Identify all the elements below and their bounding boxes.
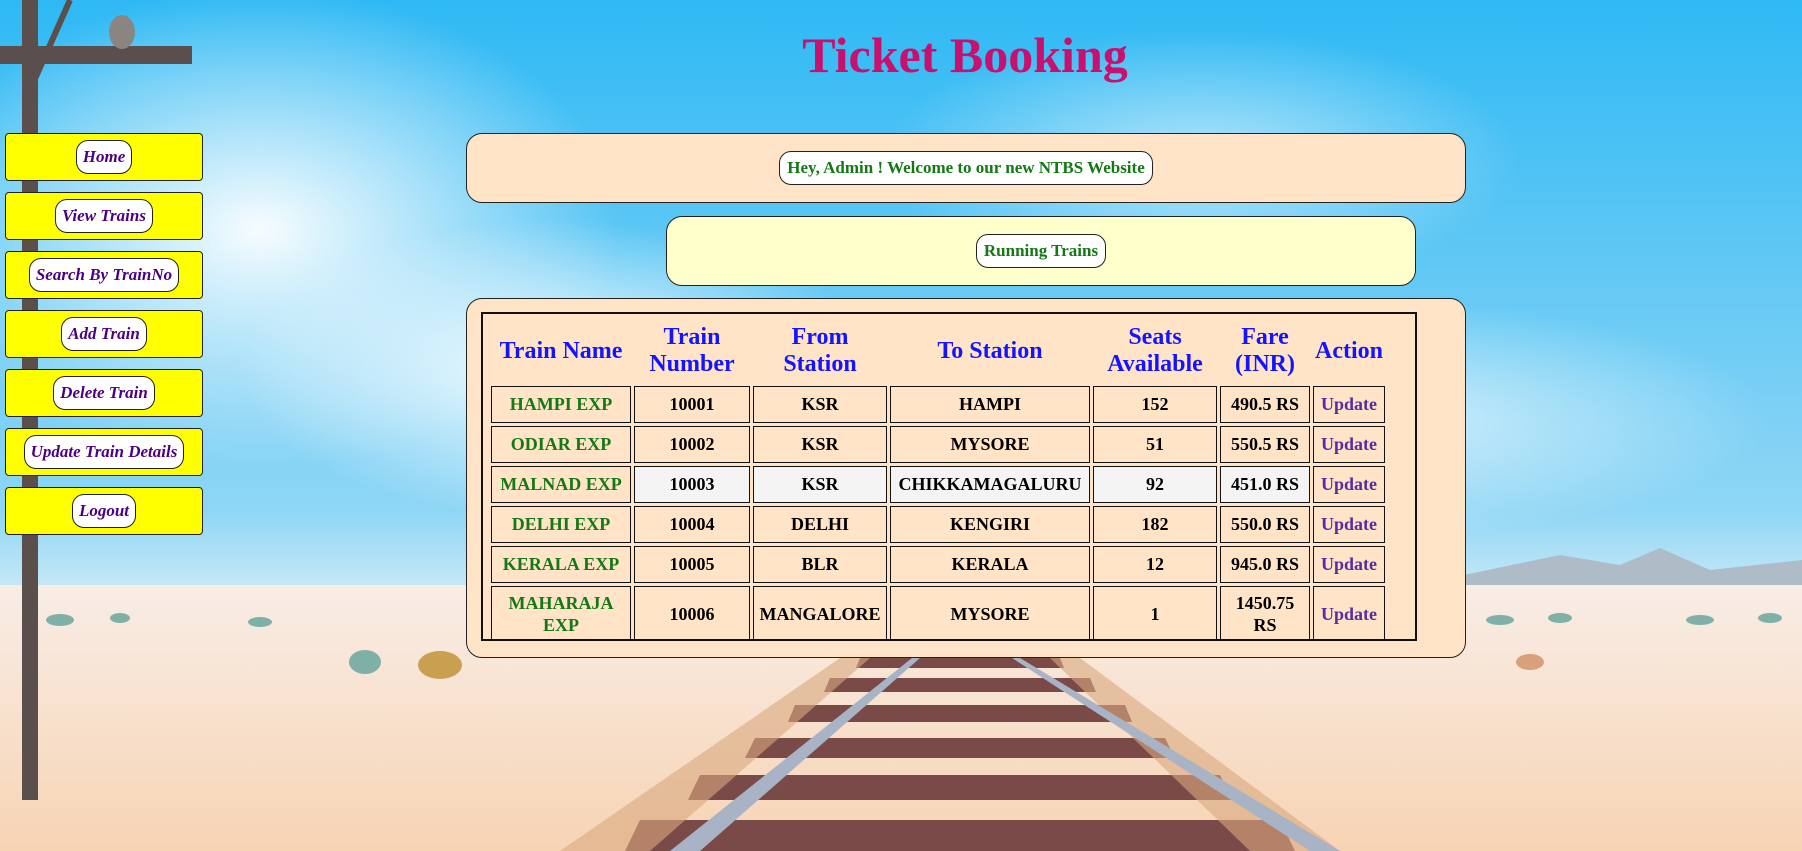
update-link[interactable]: Update xyxy=(1313,426,1385,463)
view-trains-link[interactable]: View Trains xyxy=(55,199,153,233)
update-link[interactable]: Update xyxy=(1313,546,1385,583)
seats-cell: 182 xyxy=(1093,506,1217,543)
update-link[interactable]: Update xyxy=(1313,586,1385,641)
table-row: MAHARAJA EXP 10006 MANGALORE MYSORE 1 14… xyxy=(491,586,1385,641)
from-station-cell: KSR xyxy=(753,426,887,463)
fare-cell: 550.0 RS xyxy=(1220,506,1310,543)
fare-cell: 550.5 RS xyxy=(1220,426,1310,463)
sidebar-item-delete-train[interactable]: Delete Train xyxy=(5,369,203,417)
train-name-cell: ODIAR EXP xyxy=(491,426,631,463)
train-name-cell: HAMPI EXP xyxy=(491,386,631,423)
sidebar-item-update-train-details[interactable]: Update Train Details xyxy=(5,428,203,476)
fare-cell: 1450.75 RS xyxy=(1220,586,1310,641)
header-to-station: To Station xyxy=(937,337,1043,364)
table-row: MALNAD EXP 10003 KSR CHIKKAMAGALURU 92 4… xyxy=(491,466,1385,503)
home-link[interactable]: Home xyxy=(75,140,133,174)
fare-cell: 451.0 RS xyxy=(1220,466,1310,503)
sidebar-item-home[interactable]: Home xyxy=(5,133,203,181)
update-link[interactable]: Update xyxy=(1313,466,1385,503)
search-by-trainno-link[interactable]: Search By TrainNo xyxy=(28,258,180,292)
from-station-cell: BLR xyxy=(753,546,887,583)
from-station-cell: MANGALORE xyxy=(753,586,887,641)
train-name-cell: MALNAD EXP xyxy=(491,466,631,503)
table-header-row: Train Name Train Number From Station To … xyxy=(491,319,1385,383)
header-seats-available: Seats Available xyxy=(1107,324,1203,377)
update-train-details-link[interactable]: Update Train Details xyxy=(23,435,185,469)
table-row: DELHI EXP 10004 DELHI KENGIRI 182 550.0 … xyxy=(491,506,1385,543)
train-number-cell: 10002 xyxy=(634,426,750,463)
train-number-cell: 10005 xyxy=(634,546,750,583)
header-from-station: From Station xyxy=(783,324,857,377)
running-trains-label: Running Trains xyxy=(975,234,1107,268)
to-station-cell: MYSORE xyxy=(890,586,1090,641)
trains-table: Train Name Train Number From Station To … xyxy=(488,316,1388,644)
to-station-cell: HAMPI xyxy=(890,386,1090,423)
fare-cell: 490.5 RS xyxy=(1220,386,1310,423)
header-fare: Fare (INR) xyxy=(1235,324,1295,377)
add-train-link[interactable]: Add Train xyxy=(61,317,147,351)
table-row: KERALA EXP 10005 BLR KERALA 12 945.0 RS … xyxy=(491,546,1385,583)
sidebar-item-add-train[interactable]: Add Train xyxy=(5,310,203,358)
fare-cell: 945.0 RS xyxy=(1220,546,1310,583)
page-title: Ticket Booking xyxy=(802,27,1128,83)
seats-cell: 92 xyxy=(1093,466,1217,503)
trains-table-frame: Train Name Train Number From Station To … xyxy=(481,312,1417,641)
from-station-cell: KSR xyxy=(753,386,887,423)
seats-cell: 1 xyxy=(1093,586,1217,641)
from-station-cell: DELHI xyxy=(753,506,887,543)
sidebar-item-logout[interactable]: Logout xyxy=(5,487,203,535)
running-trains-panel: Running Trains xyxy=(666,216,1416,286)
header-action: Action xyxy=(1315,337,1383,364)
welcome-panel: Hey, Admin ! Welcome to our new NTBS Web… xyxy=(466,133,1466,203)
train-number-cell: 10003 xyxy=(634,466,750,503)
train-name-cell: DELHI EXP xyxy=(491,506,631,543)
seats-cell: 12 xyxy=(1093,546,1217,583)
to-station-cell: KERALA xyxy=(890,546,1090,583)
to-station-cell: KENGIRI xyxy=(890,506,1090,543)
update-link[interactable]: Update xyxy=(1313,386,1385,423)
seats-cell: 51 xyxy=(1093,426,1217,463)
from-station-cell: KSR xyxy=(753,466,887,503)
train-number-cell: 10006 xyxy=(634,586,750,641)
train-number-cell: 10001 xyxy=(634,386,750,423)
table-row: HAMPI EXP 10001 KSR HAMPI 152 490.5 RS U… xyxy=(491,386,1385,423)
trains-table-panel: Train Name Train Number From Station To … xyxy=(466,298,1466,658)
logout-link[interactable]: Logout xyxy=(71,494,137,528)
sidebar-item-view-trains[interactable]: View Trains xyxy=(5,192,203,240)
header-train-name: Train Name xyxy=(499,337,623,364)
sidebar-nav: Home View Trains Search By TrainNo Add T… xyxy=(5,133,205,546)
sidebar-item-search-by-trainno[interactable]: Search By TrainNo xyxy=(5,251,203,299)
train-number-cell: 10004 xyxy=(634,506,750,543)
seats-cell: 152 xyxy=(1093,386,1217,423)
table-row: ODIAR EXP 10002 KSR MYSORE 51 550.5 RS U… xyxy=(491,426,1385,463)
to-station-cell: MYSORE xyxy=(890,426,1090,463)
header-train-number: Train Number xyxy=(649,324,735,377)
delete-train-link[interactable]: Delete Train xyxy=(53,376,155,410)
welcome-message: Hey, Admin ! Welcome to our new NTBS Web… xyxy=(779,151,1153,185)
to-station-cell: CHIKKAMAGALURU xyxy=(890,466,1090,503)
train-name-cell: KERALA EXP xyxy=(491,546,631,583)
update-link[interactable]: Update xyxy=(1313,506,1385,543)
train-name-cell: MAHARAJA EXP xyxy=(491,586,631,641)
